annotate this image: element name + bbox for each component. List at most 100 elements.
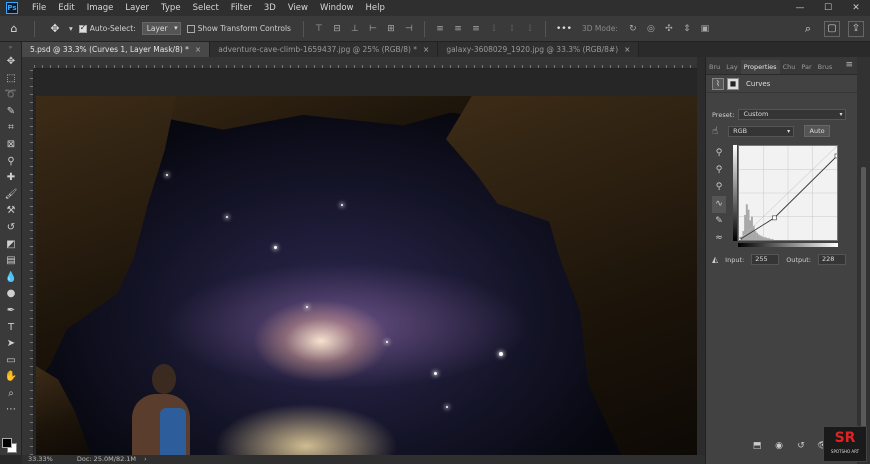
distribute-vcenter-icon[interactable]: ≡ — [451, 22, 465, 36]
home-icon[interactable]: ⌂ — [6, 21, 22, 37]
clipping-icon[interactable]: ◭ — [712, 255, 718, 264]
curve-control-point[interactable] — [834, 153, 840, 159]
healing-tool-icon[interactable]: ✚ — [0, 170, 22, 187]
panel-menu-icon[interactable]: ≡ — [845, 60, 853, 70]
eyedropper-tool-icon[interactable]: ⚲ — [0, 154, 22, 171]
panel-tab-bru[interactable]: Bru — [706, 60, 723, 74]
auto-select-checkbox[interactable] — [78, 23, 87, 33]
align-right-icon[interactable]: ⊣ — [402, 22, 416, 36]
channel-dropdown[interactable]: RGB — [728, 125, 795, 137]
3d-scale-icon[interactable]: ▣ — [698, 22, 712, 36]
reset-icon[interactable]: ↺ — [794, 439, 808, 453]
sample-black-point-icon[interactable]: ⚲ — [712, 145, 726, 162]
menu-edit[interactable]: Edit — [52, 0, 80, 16]
foreground-color-swatch[interactable] — [2, 438, 12, 448]
edit-points-icon[interactable]: ∿ — [712, 196, 726, 213]
move-tool-icon[interactable]: ✥ — [47, 21, 63, 37]
close-button[interactable]: ✕ — [842, 0, 870, 16]
move-tool-icon[interactable]: ✥ — [0, 54, 22, 71]
curves-graph[interactable] — [736, 145, 840, 243]
3d-orbit-icon[interactable]: ↻ — [626, 22, 640, 36]
show-transform-checkbox[interactable] — [186, 24, 195, 33]
menu-3d[interactable]: 3D — [258, 0, 282, 16]
share-icon[interactable]: ⇪ — [848, 21, 864, 37]
minimize-button[interactable]: — — [786, 0, 814, 16]
menu-filter[interactable]: Filter — [225, 0, 258, 16]
close-tab-icon[interactable]: × — [195, 45, 201, 54]
panel-tab-lay[interactable]: Lay — [723, 60, 740, 74]
sample-gray-point-icon[interactable]: ⚲ — [712, 162, 726, 179]
document-image[interactable] — [36, 96, 704, 455]
align-hcenter-icon[interactable]: ⊞ — [384, 22, 398, 36]
preset-dropdown[interactable]: Custom — [738, 109, 847, 120]
zoom-level[interactable]: 33.33% — [28, 455, 53, 463]
clip-to-layer-icon[interactable]: ⬒ — [750, 439, 764, 453]
zoom-tool-icon[interactable]: ⌕ — [0, 386, 22, 403]
crop-tool-icon[interactable]: ⌗ — [0, 120, 22, 137]
smooth-curve-icon[interactable]: ≈ — [712, 230, 726, 247]
brush-tool-icon[interactable]: 🖌 — [0, 187, 22, 204]
menu-view[interactable]: View — [282, 0, 314, 16]
3d-slide-icon[interactable]: ⇕ — [680, 22, 694, 36]
align-bottom-icon[interactable]: ⊥ — [348, 22, 362, 36]
distribute-top-icon[interactable]: ≡ — [433, 22, 447, 36]
auto-button[interactable]: Auto — [804, 125, 831, 137]
eraser-tool-icon[interactable]: ◩ — [0, 237, 22, 254]
align-left-icon[interactable]: ⊢ — [366, 22, 380, 36]
close-tab-icon[interactable]: × — [423, 45, 429, 54]
auto-select-target-dropdown[interactable]: Layer — [141, 22, 181, 35]
hand-tool-icon[interactable]: ✋ — [0, 369, 22, 386]
gradient-tool-icon[interactable]: ▤ — [0, 253, 22, 270]
maximize-button[interactable]: ☐ — [814, 0, 842, 16]
3d-roll-icon[interactable]: ◎ — [644, 22, 658, 36]
frame-tool-icon[interactable]: ⊠ — [0, 137, 22, 154]
curve-control-point[interactable] — [772, 215, 777, 221]
panel-tab-par[interactable]: Par — [798, 60, 814, 74]
layer-mask-icon[interactable]: ◼ — [727, 77, 739, 90]
on-image-adjust-icon[interactable]: ☝ — [712, 126, 718, 137]
type-tool-icon[interactable]: T — [0, 320, 22, 337]
document-tab[interactable]: galaxy-3608029_1920.jpg @ 33.3% (RGB/8#)… — [438, 42, 640, 57]
sample-white-point-icon[interactable]: ⚲ — [712, 179, 726, 196]
menu-window[interactable]: Window — [314, 0, 360, 16]
document-tab[interactable]: adventure-cave-climb-1659437.jpg @ 25% (… — [210, 42, 439, 57]
more-tools-icon[interactable]: ⋯ — [0, 402, 22, 419]
canvas-area[interactable] — [34, 69, 706, 455]
menu-type[interactable]: Type — [155, 0, 187, 16]
curves-adjustment-icon[interactable]: ⌇ — [712, 77, 724, 90]
stamp-tool-icon[interactable]: ⚒ — [0, 203, 22, 220]
input-field[interactable]: 255 — [751, 254, 780, 265]
history-brush-tool-icon[interactable]: ↺ — [0, 220, 22, 237]
menu-layer[interactable]: Layer — [119, 0, 155, 16]
more-options-icon[interactable]: ••• — [554, 22, 574, 36]
3d-pan-icon[interactable]: ✣ — [662, 22, 676, 36]
curve-control-point[interactable] — [736, 237, 742, 243]
toolbar-collapse-icon[interactable]: » — [0, 42, 21, 54]
panel-tab-brus[interactable]: Brus — [815, 60, 836, 74]
distribute-bottom-icon[interactable]: ≡ — [469, 22, 483, 36]
quick-select-tool-icon[interactable]: ✎ — [0, 104, 22, 121]
panel-tab-properties[interactable]: Properties — [740, 60, 780, 74]
menu-select[interactable]: Select — [187, 0, 225, 16]
align-top-icon[interactable]: ⊤ — [312, 22, 326, 36]
lasso-tool-icon[interactable]: ➰ — [0, 87, 22, 104]
vertical-ruler[interactable] — [22, 69, 34, 455]
marquee-tool-icon[interactable]: ⬚ — [0, 71, 22, 88]
align-vcenter-icon[interactable]: ⊟ — [330, 22, 344, 36]
document-tab[interactable]: 5.psd @ 33.3% (Curves 1, Layer Mask/8) *… — [22, 42, 211, 57]
panel-scrollbar[interactable] — [857, 57, 870, 464]
curves-plot[interactable] — [736, 145, 840, 243]
path-select-tool-icon[interactable]: ➤ — [0, 336, 22, 353]
output-field[interactable]: 228 — [817, 254, 846, 265]
workspace-icon[interactable]: ▢ — [824, 21, 840, 37]
view-previous-icon[interactable]: ◉ — [772, 439, 786, 453]
blur-tool-icon[interactable]: 💧 — [0, 270, 22, 287]
search-icon[interactable]: ⌕ — [800, 21, 816, 37]
draw-curve-icon[interactable]: ✎ — [712, 213, 726, 230]
menu-file[interactable]: File — [26, 0, 52, 16]
dodge-tool-icon[interactable]: ● — [0, 286, 22, 303]
menu-help[interactable]: Help — [360, 0, 391, 16]
distribute-left-icon[interactable]: ⦙ — [487, 22, 501, 36]
horizontal-ruler[interactable] — [34, 57, 706, 69]
distribute-hcenter-icon[interactable]: ⦙ — [505, 22, 519, 36]
